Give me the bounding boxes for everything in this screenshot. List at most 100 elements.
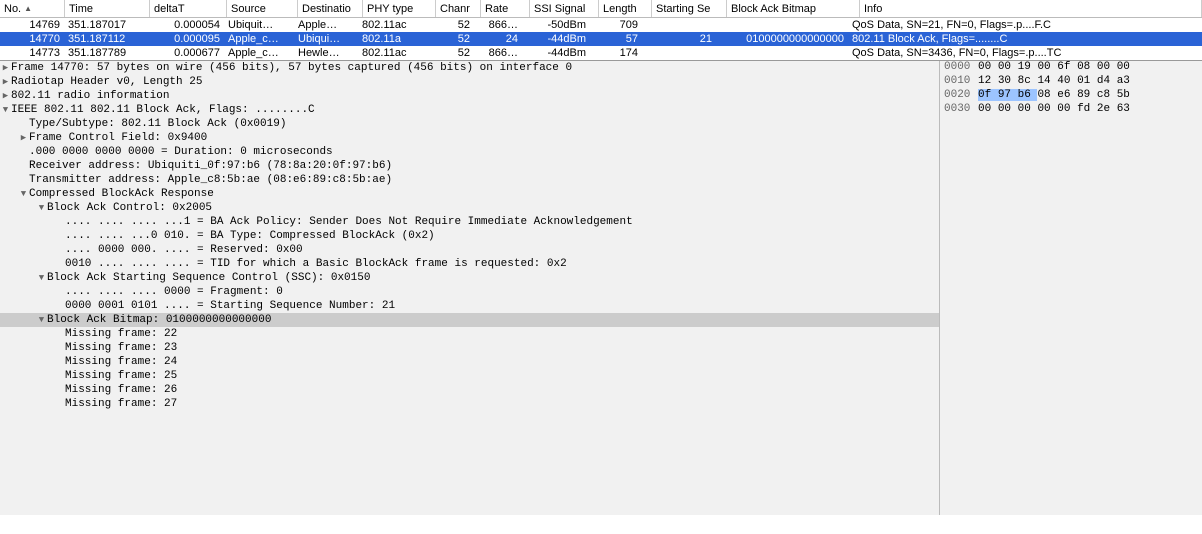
tree-label: Frame Control Field: 0x9400 <box>29 132 207 144</box>
packet-row[interactable]: 14773351.1877890.000677Apple_c…Hewle…802… <box>0 46 1202 60</box>
packet-details-pane[interactable]: ▶Frame 14770: 57 bytes on wire (456 bits… <box>0 61 940 515</box>
cell-no: 14769 <box>0 19 64 31</box>
tree-label: Type/Subtype: 802.11 Block Ack (0x0019) <box>29 118 286 130</box>
col-no[interactable]: No.▲ <box>0 0 65 17</box>
hex-bytes: 12 30 8c 14 40 01 d4 a3 <box>978 75 1202 89</box>
col-channel[interactable]: Chanr <box>436 0 481 17</box>
tree-row[interactable]: 0010 .... .... .... = TID for which a Ba… <box>0 257 939 271</box>
cell-ssi: -50dBm <box>522 19 590 31</box>
tree-row[interactable]: Missing frame: 24 <box>0 355 939 369</box>
tree-row[interactable]: 0000 0001 0101 .... = Starting Sequence … <box>0 299 939 313</box>
tree-row[interactable]: ▶Frame Control Field: 0x9400 <box>0 131 939 145</box>
tree-row[interactable]: Receiver address: Ubiquiti_0f:97:b6 (78:… <box>0 159 939 173</box>
cell-info: QoS Data, SN=21, FN=0, Flags=.p....F.C <box>848 19 1202 31</box>
cell-dst: Ubiqui… <box>294 33 358 45</box>
tree-row[interactable]: .... .... .... 0000 = Fragment: 0 <box>0 285 939 299</box>
tree-row[interactable]: Missing frame: 26 <box>0 383 939 397</box>
tree-row[interactable]: ▼IEEE 802.11 802.11 Block Ack, Flags: ..… <box>0 103 939 117</box>
cell-len: 709 <box>590 19 642 31</box>
col-time[interactable]: Time <box>65 0 150 17</box>
cell-len: 57 <box>590 33 642 45</box>
cell-sseq: 21 <box>642 33 716 45</box>
col-rate[interactable]: Rate <box>481 0 530 17</box>
hex-bytes: 0f 97 b6 08 e6 89 c8 5b <box>978 89 1202 103</box>
tree-label: Block Ack Bitmap: 0100000000000000 <box>47 314 271 326</box>
hex-offset: 0020 <box>940 89 978 103</box>
hex-row[interactable]: 000000 00 19 00 6f 08 00 00 <box>940 61 1202 75</box>
tree-row[interactable]: ▶Radiotap Header v0, Length 25 <box>0 75 939 89</box>
col-info[interactable]: Info <box>860 0 1202 17</box>
cell-src: Ubiquit… <box>224 19 294 31</box>
col-block-ack-bitmap[interactable]: Block Ack Bitmap <box>727 0 860 17</box>
col-ssi-signal[interactable]: SSI Signal <box>530 0 599 17</box>
cell-time: 351.187017 <box>64 19 148 31</box>
collapse-icon[interactable]: ▼ <box>18 189 29 200</box>
hex-row[interactable]: 001012 30 8c 14 40 01 d4 a3 <box>940 75 1202 89</box>
tree-label: 0000 0001 0101 .... = Starting Sequence … <box>65 300 395 312</box>
hex-offset: 0000 <box>940 61 978 75</box>
packet-list-pane[interactable]: No.▲ Time deltaT Source Destinatio PHY t… <box>0 0 1202 61</box>
col-deltat[interactable]: deltaT <box>150 0 227 17</box>
expand-icon[interactable]: ▶ <box>0 91 11 102</box>
hex-bytes: 00 00 19 00 6f 08 00 00 <box>978 61 1202 75</box>
tree-row[interactable]: Transmitter address: Apple_c8:5b:ae (08:… <box>0 173 939 187</box>
col-length[interactable]: Length <box>599 0 652 17</box>
tree-label: .000 0000 0000 0000 = Duration: 0 micros… <box>29 146 333 158</box>
col-destination[interactable]: Destinatio <box>298 0 363 17</box>
tree-row[interactable]: Missing frame: 25 <box>0 369 939 383</box>
tree-row[interactable]: ▶802.11 radio information <box>0 89 939 103</box>
tree-row[interactable]: .000 0000 0000 0000 = Duration: 0 micros… <box>0 145 939 159</box>
expand-icon[interactable]: ▶ <box>18 133 29 144</box>
tree-row[interactable]: ▼Compressed BlockAck Response <box>0 187 939 201</box>
tree-label: 0010 .... .... .... = TID for which a Ba… <box>65 258 567 270</box>
tree-label: 802.11 radio information <box>11 90 169 102</box>
col-source[interactable]: Source <box>227 0 298 17</box>
cell-dst: Hewle… <box>294 47 358 59</box>
col-starting-seq[interactable]: Starting Se <box>652 0 727 17</box>
tree-row[interactable]: .... .... .... ...1 = BA Ack Policy: Sen… <box>0 215 939 229</box>
tree-row[interactable]: .... 0000 000. .... = Reserved: 0x00 <box>0 243 939 257</box>
cell-rate: 866… <box>474 47 522 59</box>
cell-dt: 0.000054 <box>148 19 224 31</box>
tree-label: Receiver address: Ubiquiti_0f:97:b6 (78:… <box>29 160 392 172</box>
packet-row[interactable]: 14770351.1871120.000095Apple_c…Ubiqui…80… <box>0 32 1202 46</box>
cell-src: Apple_c… <box>224 33 294 45</box>
collapse-icon[interactable]: ▼ <box>0 105 11 116</box>
hex-offset: 0030 <box>940 103 978 117</box>
tree-row[interactable]: Type/Subtype: 802.11 Block Ack (0x0019) <box>0 117 939 131</box>
collapse-icon[interactable]: ▼ <box>36 315 47 326</box>
hex-row[interactable]: 00200f 97 b6 08 e6 89 c8 5b <box>940 89 1202 103</box>
cell-dt: 0.000677 <box>148 47 224 59</box>
collapse-icon[interactable]: ▼ <box>36 273 47 284</box>
col-phy-type[interactable]: PHY type <box>363 0 436 17</box>
packet-row[interactable]: 14769351.1870170.000054Ubiquit…Apple…802… <box>0 18 1202 32</box>
collapse-icon[interactable]: ▼ <box>36 203 47 214</box>
hex-bytes: 00 00 00 00 00 fd 2e 63 <box>978 103 1202 117</box>
packet-list-header[interactable]: No.▲ Time deltaT Source Destinatio PHY t… <box>0 0 1202 18</box>
expand-icon[interactable]: ▶ <box>0 77 11 88</box>
tree-label: Block Ack Control: 0x2005 <box>47 202 212 214</box>
hex-row[interactable]: 003000 00 00 00 00 fd 2e 63 <box>940 103 1202 117</box>
tree-label: Transmitter address: Apple_c8:5b:ae (08:… <box>29 174 392 186</box>
tree-row[interactable]: Missing frame: 27 <box>0 397 939 411</box>
cell-phy: 802.11a <box>358 33 430 45</box>
tree-label: .... .... .... ...1 = BA Ack Policy: Sen… <box>65 216 633 228</box>
tree-label: Missing frame: 23 <box>65 342 177 354</box>
tree-label: Block Ack Starting Sequence Control (SSC… <box>47 272 370 284</box>
cell-ssi: -44dBm <box>522 47 590 59</box>
tree-label: Frame 14770: 57 bytes on wire (456 bits)… <box>11 62 572 74</box>
packet-list-body[interactable]: 14769351.1870170.000054Ubiquit…Apple…802… <box>0 18 1202 60</box>
tree-label: .... 0000 000. .... = Reserved: 0x00 <box>65 244 303 256</box>
packet-bytes-pane[interactable]: 000000 00 19 00 6f 08 00 00 001012 30 8c… <box>940 61 1202 515</box>
tree-label: .... .... .... 0000 = Fragment: 0 <box>65 286 283 298</box>
hex-offset: 0010 <box>940 75 978 89</box>
tree-row[interactable]: Missing frame: 22 <box>0 327 939 341</box>
expand-icon[interactable]: ▶ <box>0 63 11 74</box>
tree-row[interactable]: ▼Block Ack Bitmap: 0100000000000000 <box>0 313 939 327</box>
tree-row[interactable]: ▼Block Ack Control: 0x2005 <box>0 201 939 215</box>
cell-phy: 802.11ac <box>358 47 430 59</box>
tree-row[interactable]: Missing frame: 23 <box>0 341 939 355</box>
tree-row[interactable]: .... .... ...0 010. = BA Type: Compresse… <box>0 229 939 243</box>
tree-row[interactable]: ▶Frame 14770: 57 bytes on wire (456 bits… <box>0 61 939 75</box>
tree-row[interactable]: ▼Block Ack Starting Sequence Control (SS… <box>0 271 939 285</box>
